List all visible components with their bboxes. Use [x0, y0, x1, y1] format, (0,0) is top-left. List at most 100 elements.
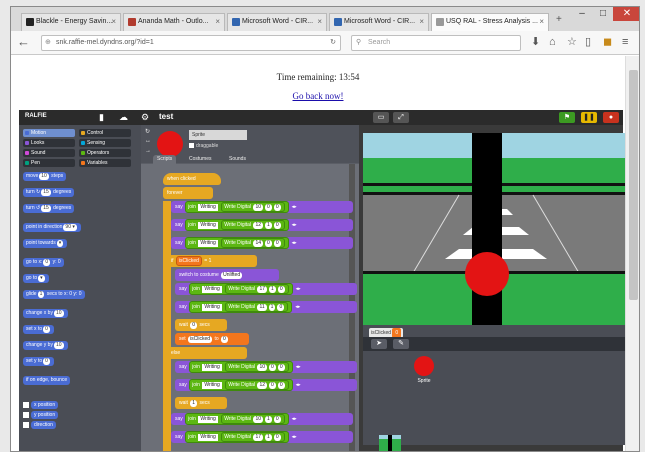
library-icon[interactable]: ▯ — [585, 35, 591, 49]
palette-block[interactable]: go to ▾ — [23, 274, 49, 283]
switch-costume-block[interactable]: switch to costume Unlifted — [175, 269, 279, 281]
flip-icon[interactable]: ↔ — [145, 138, 151, 144]
palette-block[interactable]: go to x: 0 y: 0 — [23, 258, 64, 267]
say-block[interactable]: say join Writing Write Digital 12 0 0 ◂▸ — [175, 379, 357, 391]
draggable-checkbox[interactable]: draggable — [189, 143, 218, 149]
say-block[interactable]: say join Writing Write Digital 17 1 0 ◂▸ — [175, 283, 357, 295]
sprite-icon[interactable] — [414, 356, 434, 376]
go-back-link[interactable]: Go back now! — [11, 91, 625, 101]
tab-costumes[interactable]: Costumes — [185, 155, 216, 164]
rotate-icon[interactable]: ↻ — [145, 128, 150, 135]
say-block[interactable]: say join Writing Write Digital 10 1 0 ◂▸ — [171, 413, 353, 425]
block-palette: Motion Control Looks Sensing Sound Opera… — [19, 125, 141, 451]
else-block[interactable]: else — [167, 347, 247, 359]
stage-size-icon[interactable]: ▭ — [373, 112, 389, 123]
screen: Blackle - Energy Savin... × Ananda Math -… — [0, 0, 645, 452]
close-window-button[interactable]: ✕ — [613, 7, 639, 21]
navigation-bar: ← ⊕ snk.raffie-mel.dyndns.org/?id=1 ↻ ⚲ … — [11, 31, 639, 55]
say-block[interactable]: say join Writing Write Digital 10 0 0 ◂▸ — [175, 361, 357, 373]
category-sound[interactable]: Sound — [23, 149, 75, 157]
palette-block[interactable]: change x by 10 — [23, 309, 68, 318]
palette-block[interactable]: glide 1 secs to x: 0 y: 0 — [23, 290, 85, 299]
category-looks[interactable]: Looks — [23, 139, 75, 147]
when-clicked-hat[interactable]: when clicked — [163, 173, 221, 185]
category-sensing[interactable]: Sensing — [79, 139, 131, 147]
fullscreen-icon[interactable]: ⤢ — [393, 112, 409, 123]
stage[interactable] — [363, 133, 629, 325]
maximize-button[interactable]: □ — [593, 7, 613, 21]
pole — [472, 133, 502, 325]
pause-button[interactable]: ❚❚ — [581, 112, 597, 123]
palette-block[interactable]: turn ↺ 15 degrees — [23, 204, 75, 213]
close-tab-icon[interactable]: × — [317, 14, 322, 30]
close-tab-icon[interactable]: × — [111, 14, 116, 30]
minimize-button[interactable]: – — [571, 7, 593, 21]
palette-block[interactable]: set y to 0 — [23, 357, 54, 366]
if-block[interactable]: if isClicked = 1 — [167, 255, 257, 267]
tab-scripts[interactable]: Scripts — [153, 155, 177, 164]
browser-tab-active[interactable]: USQ RAL - Stress Analysis ... × — [431, 13, 549, 32]
turtle-icon[interactable]: ➤ — [371, 339, 387, 349]
extension-icon[interactable]: ◼ — [603, 35, 612, 49]
ball-sprite[interactable] — [465, 252, 509, 296]
close-tab-icon[interactable]: × — [419, 14, 424, 30]
stage-thumbnail[interactable] — [379, 435, 401, 451]
palette-block[interactable]: move 10 steps — [23, 172, 67, 181]
download-icon[interactable]: ⬇ — [531, 35, 540, 49]
paintbrush-icon[interactable]: ✎ — [393, 339, 409, 349]
browser-tab[interactable]: Microsoft Word - CIR... × — [329, 13, 429, 31]
say-block[interactable]: say join Writing Write Digital 12 1 0 ◂▸ — [171, 219, 353, 231]
green-flag-button[interactable]: ⚑ — [559, 112, 575, 123]
file-icon[interactable]: ▮ — [99, 112, 104, 123]
hamburger-menu-icon[interactable]: ≡ — [622, 35, 628, 49]
reload-icon[interactable]: ↻ — [330, 36, 336, 50]
browser-tab[interactable]: Blackle - Energy Savin... × — [21, 13, 121, 31]
reporter-y-position[interactable]: y position — [23, 411, 59, 419]
close-tab-icon[interactable]: × — [539, 14, 544, 30]
say-block[interactable]: say join Writing Write Digital 14 0 0 ◂▸ — [171, 237, 353, 249]
scrollbar-thumb[interactable] — [629, 70, 638, 300]
palette-block[interactable]: set x to 0 — [23, 325, 54, 334]
palette-block[interactable]: point towards ▾ — [23, 239, 68, 248]
category-operators[interactable]: Operators — [79, 149, 131, 157]
category-motion[interactable]: Motion — [23, 129, 75, 137]
browser-tab[interactable]: Microsoft Word - CIR... × — [227, 13, 327, 31]
tab-title: Blackle - Energy Savin... — [36, 18, 113, 25]
wait-block[interactable]: wait 1 secs — [175, 397, 227, 409]
set-variable-block[interactable]: set isClicked to 0 — [175, 333, 249, 345]
category-pen[interactable]: Pen — [23, 159, 75, 167]
no-rotate-icon[interactable]: → — [145, 148, 151, 154]
category-variables[interactable]: Variables — [79, 159, 131, 167]
sprite-name-field[interactable]: Sprite — [189, 130, 247, 140]
forever-block[interactable]: forever — [163, 187, 213, 199]
palette-block[interactable]: if on edge, bounce — [23, 376, 71, 385]
back-arrow-icon[interactable]: ← — [17, 35, 30, 49]
page-scrollbar[interactable] — [625, 56, 639, 451]
wait-block[interactable]: wait 0 secs — [175, 319, 227, 331]
reporter-x-position[interactable]: x position — [23, 401, 59, 409]
palette-block[interactable]: point in direction 90 ▾ — [23, 223, 81, 232]
settings-gear-icon[interactable]: ⚙ — [141, 112, 149, 123]
tab-sounds[interactable]: Sounds — [225, 155, 250, 164]
close-tab-icon[interactable]: × — [215, 14, 220, 30]
stage-scene — [363, 133, 629, 325]
stop-button[interactable]: ● — [603, 112, 619, 123]
search-input[interactable]: ⚲ Search — [351, 35, 521, 51]
say-block[interactable]: say join Writing Write Digital 11 1 0 ◂▸ — [175, 301, 357, 313]
cloud-icon[interactable]: ☁ — [119, 112, 128, 123]
new-tab-button[interactable]: + — [556, 14, 562, 25]
address-bar[interactable]: ⊕ snk.raffie-mel.dyndns.org/?id=1 ↻ — [41, 35, 341, 51]
say-block[interactable]: say join Writing Write Digital 10 0 0 ◂▸ — [171, 201, 353, 213]
browser-tab[interactable]: Ananda Math - Outlo... × — [123, 13, 225, 31]
forever-mouth — [163, 201, 171, 451]
say-block[interactable]: say join Writing Write Digital 17 1 0 ◂▸ — [171, 431, 353, 443]
sprite-costume-thumbnail — [157, 131, 183, 157]
category-control[interactable]: Control — [79, 129, 131, 137]
star-icon[interactable]: ☆ — [567, 35, 577, 49]
favicon-icon — [334, 18, 342, 26]
globe-icon: ⊕ — [45, 39, 51, 46]
palette-block[interactable]: turn ↻ 15 degrees — [23, 188, 75, 197]
palette-block[interactable]: change y by 10 — [23, 341, 68, 350]
reporter-direction[interactable]: direction — [23, 421, 56, 429]
home-icon[interactable]: ⌂ — [549, 35, 556, 49]
